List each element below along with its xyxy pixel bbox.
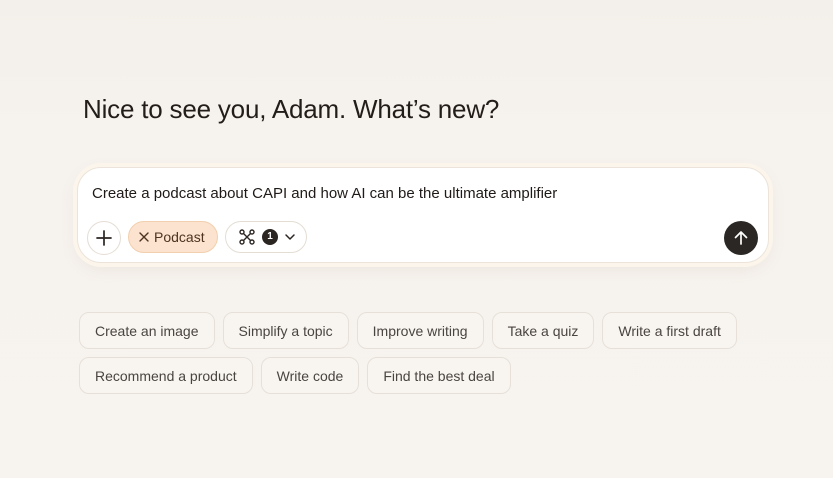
podcast-chip-label: Podcast (154, 229, 205, 245)
tools-count-badge: 1 (262, 229, 278, 245)
suggestion-find-best-deal[interactable]: Find the best deal (367, 357, 511, 394)
composer: Create a podcast about CAPI and how AI c… (77, 167, 769, 263)
prompt-input[interactable]: Create a podcast about CAPI and how AI c… (92, 185, 732, 202)
send-button[interactable] (724, 221, 758, 255)
suggestion-recommend-product[interactable]: Recommend a product (79, 357, 253, 394)
suggestion-row: Recommend a product Write code Find the … (79, 357, 759, 394)
close-icon[interactable] (139, 232, 149, 242)
suggestion-improve-writing[interactable]: Improve writing (356, 312, 484, 349)
page: Nice to see you, Adam. What’s new? Creat… (0, 0, 833, 478)
greeting-heading: Nice to see you, Adam. What’s new? (83, 94, 500, 124)
connectors-icon (239, 229, 255, 245)
podcast-mode-chip[interactable]: Podcast (128, 221, 218, 253)
suggestion-take-quiz[interactable]: Take a quiz (491, 312, 595, 349)
suggestion-simplify-topic[interactable]: Simplify a topic (222, 312, 349, 349)
suggestion-write-first-draft[interactable]: Write a first draft (602, 312, 737, 349)
chevron-down-icon (285, 234, 295, 240)
suggestion-create-image[interactable]: Create an image (79, 312, 215, 349)
suggestion-write-code[interactable]: Write code (260, 357, 360, 394)
add-attachment-button[interactable] (87, 221, 121, 255)
arrow-up-icon (734, 231, 748, 245)
plus-icon (96, 230, 112, 246)
tools-dropdown-button[interactable]: 1 (225, 221, 307, 253)
suggestion-chips: Create an image Simplify a topic Improve… (79, 312, 759, 402)
suggestion-row: Create an image Simplify a topic Improve… (79, 312, 759, 349)
